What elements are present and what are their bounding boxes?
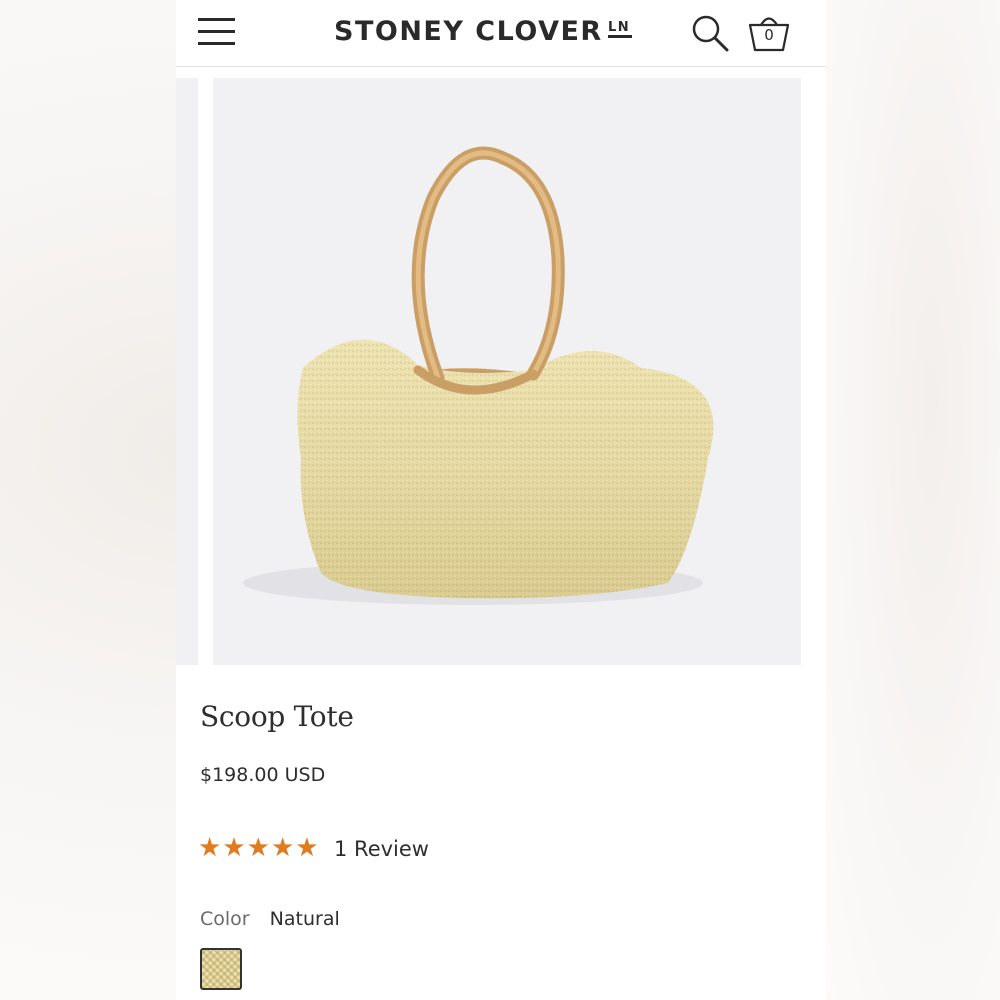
site-header: STONEY CLOVER LN 0 — [176, 0, 826, 67]
brand-logo[interactable]: STONEY CLOVER LN — [334, 14, 633, 50]
color-label: Color — [200, 908, 250, 930]
star-icon: ★ — [198, 833, 222, 863]
previous-image-slide[interactable] — [176, 78, 198, 665]
brand-mark-icon: LN — [607, 20, 632, 38]
star-icon: ★ — [246, 833, 270, 863]
product-title: Scoop Tote — [200, 700, 354, 733]
rating-row[interactable]: ★★★★★ 1 Review — [198, 833, 429, 863]
search-icon[interactable] — [689, 12, 731, 54]
star-icon: ★ — [222, 833, 246, 863]
brand-mark: LN — [608, 20, 630, 35]
phone-screen: STONEY CLOVER LN 0 Scoop Tote $198.00 US… — [176, 0, 826, 1000]
tote-bag-illustration — [243, 146, 714, 605]
star-icon: ★ — [270, 833, 295, 863]
product-price: $198.00 USD — [200, 764, 326, 786]
product-image[interactable] — [213, 78, 801, 665]
review-count-link[interactable]: 1 Review — [334, 833, 429, 865]
background-right — [826, 0, 1000, 1000]
brand-name: STONEY CLOVER — [334, 16, 603, 47]
shopping-bag-icon[interactable]: 0 — [747, 10, 791, 54]
star-icon: ★ — [295, 833, 319, 863]
selected-color-value: Natural — [269, 908, 340, 930]
color-selector-label: Color Natural — [200, 908, 340, 930]
hamburger-menu-icon[interactable] — [198, 18, 238, 46]
color-swatch-natural[interactable] — [200, 948, 242, 990]
cart-count: 0 — [764, 26, 774, 44]
